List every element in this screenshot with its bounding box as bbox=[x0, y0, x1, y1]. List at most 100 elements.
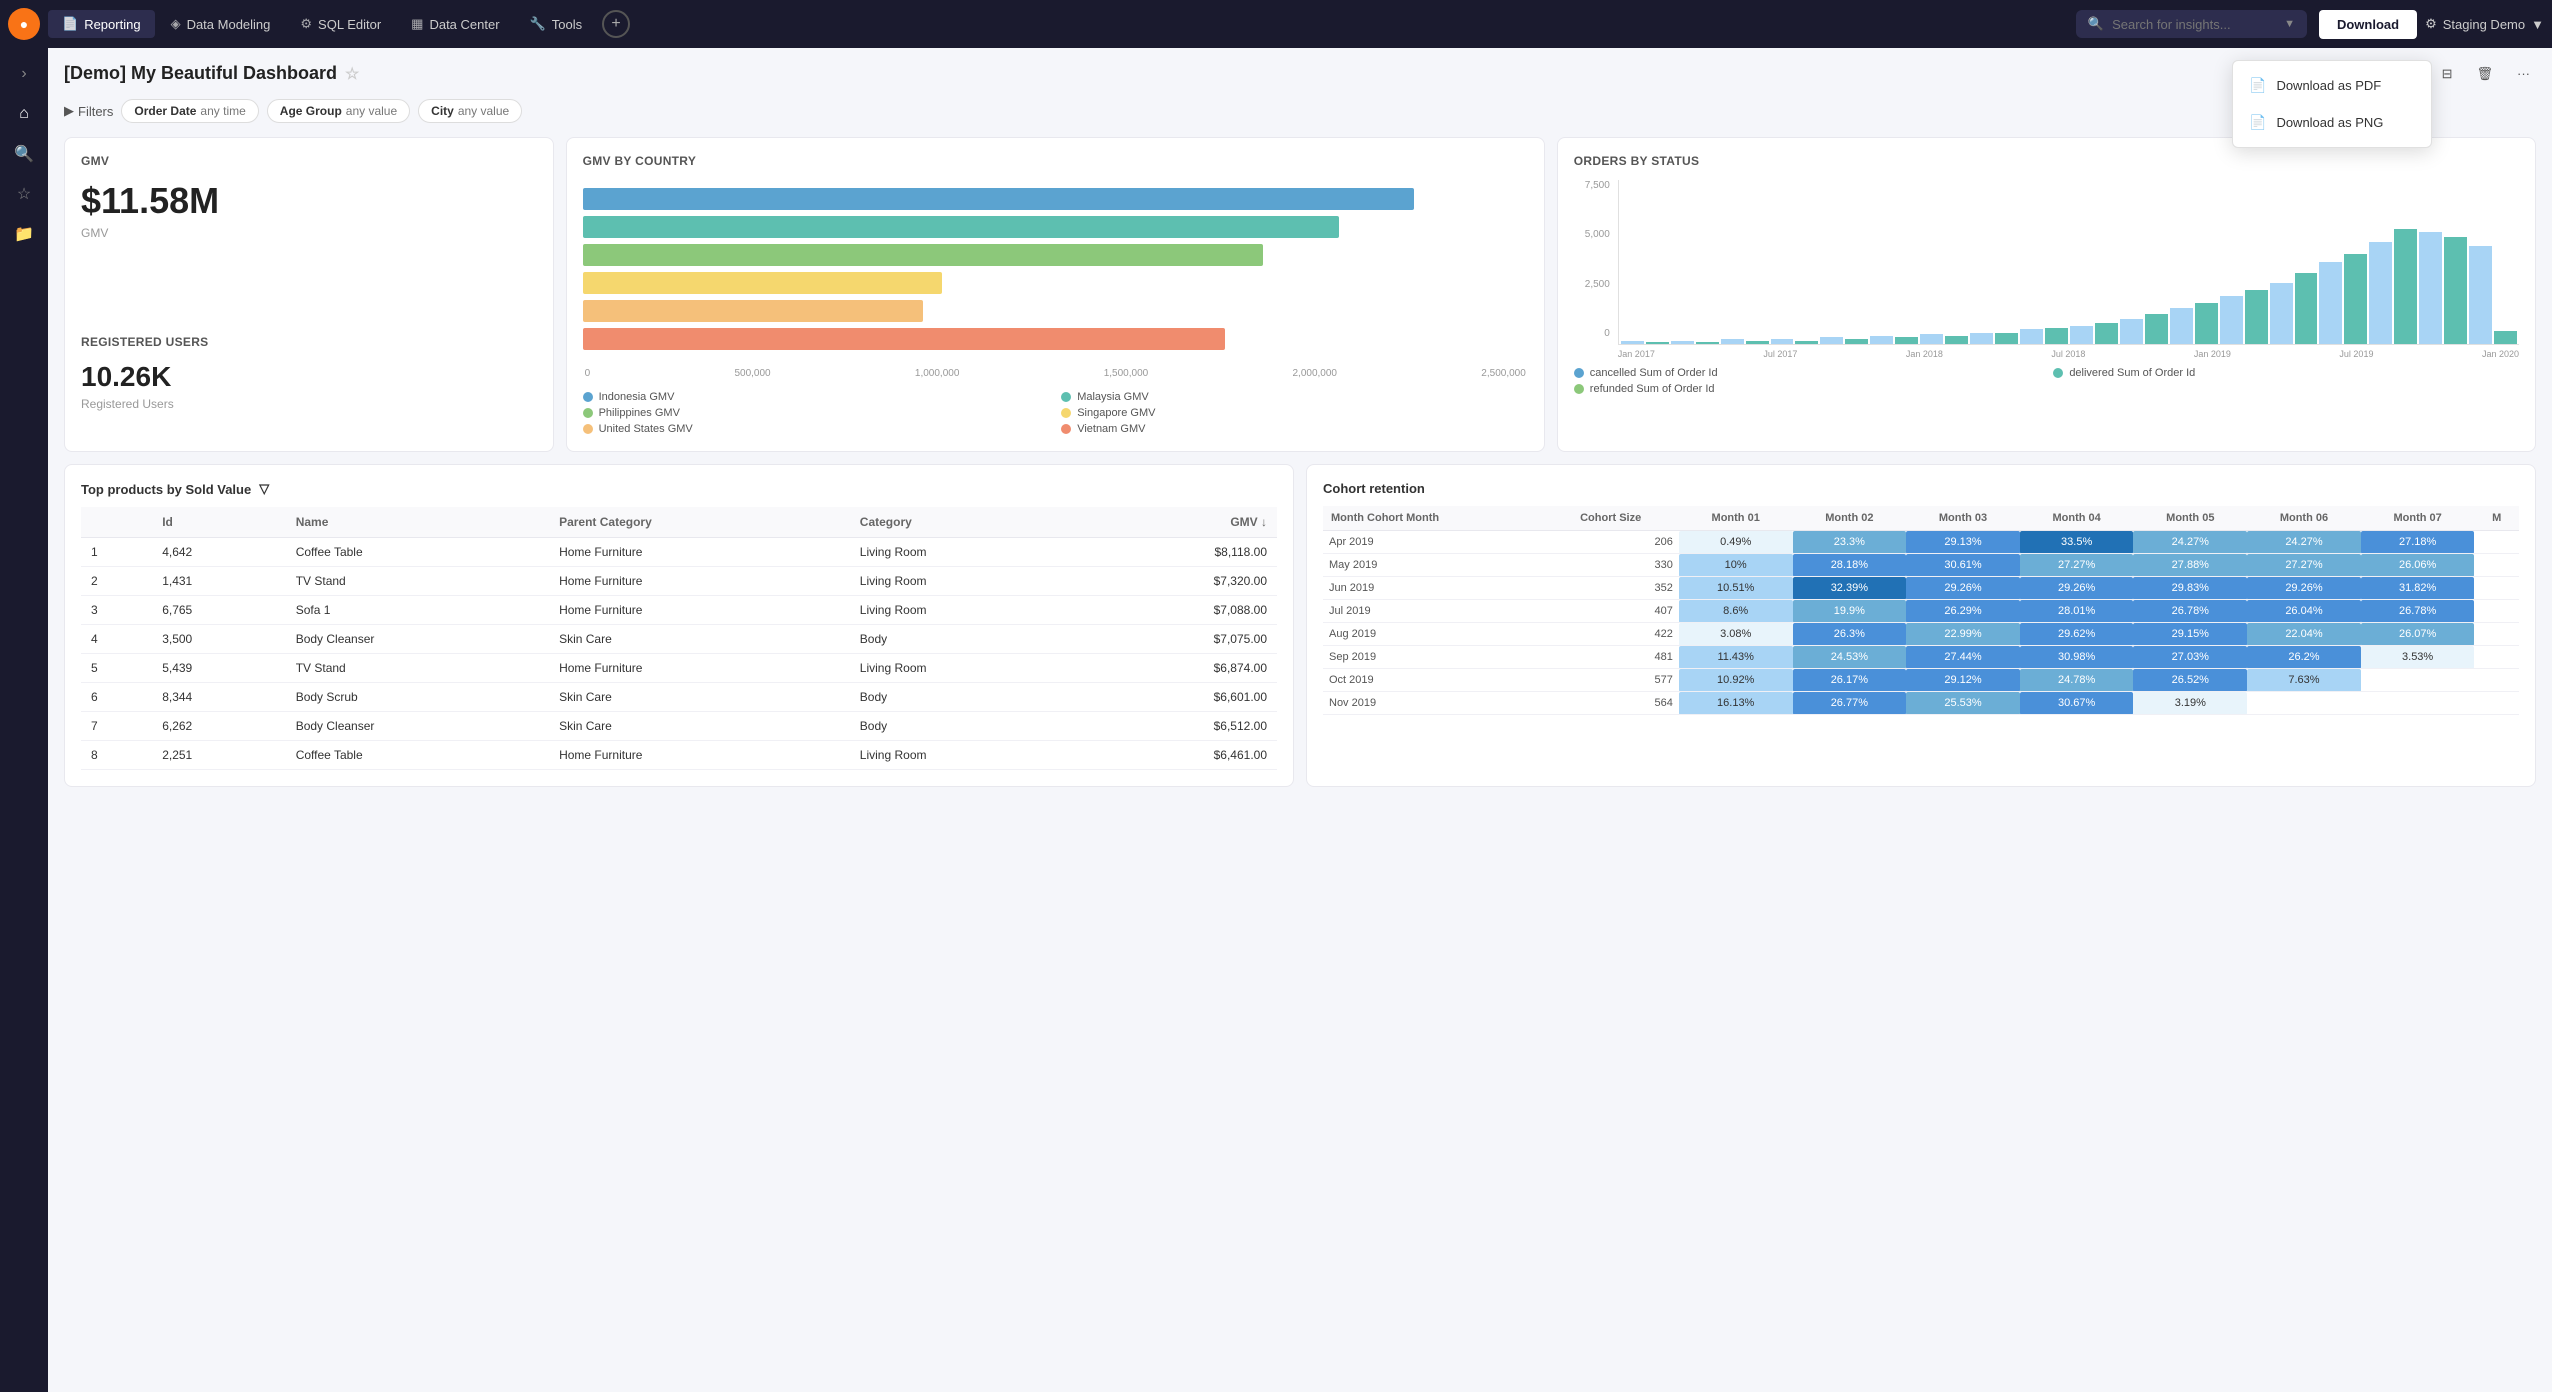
trash-button[interactable]: 🗑 bbox=[2470, 62, 2499, 86]
col-gmv[interactable]: GMV ↓ bbox=[1081, 507, 1277, 538]
trash-icon: 🗑 bbox=[2476, 66, 2493, 82]
table-row: 5 5,439 TV Stand Home Furniture Living R… bbox=[81, 654, 1277, 683]
nav-tab-data-modeling[interactable]: ◈ Data Modeling bbox=[157, 10, 285, 38]
col-month-02[interactable]: Month 02 bbox=[1793, 506, 1907, 531]
filter-chip-age-group[interactable]: Age Group any value bbox=[267, 99, 410, 123]
col-name[interactable]: Name bbox=[286, 507, 549, 538]
top-products-table: Id Name Parent Category Category GMV ↓ 1… bbox=[81, 507, 1277, 770]
cohort-row: Jun 201935210.51%32.39%29.26%29.26%29.83… bbox=[1323, 577, 2519, 600]
bar-21 bbox=[2145, 314, 2168, 344]
cohort-row: May 201933010%28.18%30.61%27.27%27.88%27… bbox=[1323, 554, 2519, 577]
more-button[interactable]: ··· bbox=[2511, 62, 2536, 85]
bar-16 bbox=[2020, 329, 2043, 344]
bar-17 bbox=[2045, 328, 2068, 344]
col-month-01[interactable]: Month 01 bbox=[1679, 506, 1793, 531]
legend-singapore: Singapore GMV bbox=[1061, 407, 1528, 419]
bar-10 bbox=[1870, 336, 1893, 344]
search-input[interactable] bbox=[2112, 17, 2272, 32]
orders-by-status-card: Orders by Status 7,5005,0002,5000 bbox=[1557, 137, 2536, 452]
png-icon: 📄 bbox=[2249, 114, 2266, 131]
top-navigation: ● 📄 Reporting ◈ Data Modeling ⚙ SQL Edit… bbox=[0, 0, 2552, 48]
nav-tab-reporting[interactable]: 📄 Reporting bbox=[48, 10, 155, 38]
col-parent-category[interactable]: Parent Category bbox=[549, 507, 850, 538]
filters-bar: ▶ Filters Order Date any time Age Group … bbox=[64, 99, 2536, 123]
bar-27 bbox=[2295, 273, 2318, 344]
bar-29 bbox=[2344, 254, 2367, 344]
col-more[interactable]: M bbox=[2474, 506, 2519, 531]
nav-tabs: 📄 Reporting ◈ Data Modeling ⚙ SQL Editor… bbox=[48, 10, 2064, 38]
bar-indonesia bbox=[583, 188, 1528, 210]
sidebar-item-home[interactable]: ⌂ bbox=[6, 96, 42, 132]
bar-1 bbox=[1646, 342, 1669, 344]
legend-refunded: refunded Sum of Order Id bbox=[1574, 383, 2042, 395]
orders-legend: cancelled Sum of Order Id delivered Sum … bbox=[1574, 367, 2519, 395]
col-month-03[interactable]: Month 03 bbox=[1906, 506, 2020, 531]
sidebar-item-folder[interactable]: 📁 bbox=[6, 216, 42, 252]
bar-jan2017 bbox=[1621, 341, 1644, 344]
orders-x-labels: Jan 2017Jul 2017Jan 2018Jul 2018Jan 2019… bbox=[1618, 349, 2519, 359]
cohort-row: Jul 20194078.6%19.9%26.29%28.01%26.78%26… bbox=[1323, 600, 2519, 623]
col-cohort-size[interactable]: Cohort Size bbox=[1543, 506, 1679, 531]
col-month-06[interactable]: Month 06 bbox=[2247, 506, 2361, 531]
bar-19 bbox=[2095, 323, 2118, 344]
search-icon: 🔍 bbox=[2088, 16, 2104, 32]
bar-4 bbox=[1721, 339, 1744, 344]
top-products-title: Top products by Sold Value ▽ bbox=[81, 481, 1277, 497]
nav-tab-data-center[interactable]: ▦ Data Center bbox=[397, 10, 513, 38]
bar-8 bbox=[1820, 337, 1843, 344]
table-row: 8 2,251 Coffee Table Home Furniture Livi… bbox=[81, 741, 1277, 770]
search-chevron-icon: ▼ bbox=[2284, 18, 2295, 30]
bar-20 bbox=[2120, 319, 2143, 344]
user-menu[interactable]: ⚙ Staging Demo ▼ bbox=[2425, 16, 2544, 32]
download-pdf-item[interactable]: 📄 Download as PDF bbox=[2233, 67, 2431, 104]
sql-icon: ⚙ bbox=[300, 16, 312, 32]
table-row: 1 4,642 Coffee Table Home Furniture Livi… bbox=[81, 538, 1277, 567]
legend-indonesia: Indonesia GMV bbox=[583, 391, 1050, 403]
col-month-05[interactable]: Month 05 bbox=[2133, 506, 2247, 531]
nav-tab-sql-editor[interactable]: ⚙ SQL Editor bbox=[286, 10, 395, 38]
cohort-row: Oct 201957710.92%26.17%29.12%24.78%26.52… bbox=[1323, 669, 2519, 692]
col-id[interactable]: Id bbox=[152, 507, 285, 538]
table-header-row: Id Name Parent Category Category GMV ↓ bbox=[81, 507, 1277, 538]
dashboard-title: [Demo] My Beautiful Dashboard ☆ bbox=[64, 63, 359, 84]
nav-tab-tools[interactable]: 🔧 Tools bbox=[516, 10, 597, 38]
bar-25 bbox=[2245, 290, 2268, 344]
col-month-07[interactable]: Month 07 bbox=[2361, 506, 2475, 531]
search-bar: 🔍 ▼ bbox=[2076, 10, 2307, 38]
sidebar-item-favorites[interactable]: ☆ bbox=[6, 176, 42, 212]
bar-32 bbox=[2419, 232, 2442, 344]
download-button[interactable]: Download bbox=[2319, 10, 2417, 39]
share-icon: ⊟ bbox=[2442, 66, 2453, 82]
sidebar-item-search[interactable]: 🔍 bbox=[6, 136, 42, 172]
more-icon: ··· bbox=[2517, 66, 2530, 81]
sidebar-expand-button[interactable]: › bbox=[6, 56, 42, 92]
table-filter-icon[interactable]: ▽ bbox=[259, 481, 269, 497]
bar-vietnam bbox=[583, 328, 1528, 350]
bar-6 bbox=[1771, 339, 1794, 344]
col-month-04[interactable]: Month 04 bbox=[2020, 506, 2134, 531]
filter-chip-city[interactable]: City any value bbox=[418, 99, 522, 123]
col-month-cohort[interactable]: Month Cohort Month bbox=[1323, 506, 1543, 531]
gmv-by-country-card: GMV by Country bbox=[566, 137, 1545, 452]
tools-icon: 🔧 bbox=[530, 16, 546, 32]
cohort-title: Cohort retention bbox=[1323, 481, 2519, 496]
filter-chip-order-date[interactable]: Order Date any time bbox=[121, 99, 258, 123]
table-row: 6 8,344 Body Scrub Skin Care Body $6,601… bbox=[81, 683, 1277, 712]
bar-15 bbox=[1995, 333, 2018, 344]
add-tab-button[interactable]: + bbox=[602, 10, 630, 38]
col-category[interactable]: Category bbox=[850, 507, 1081, 538]
bar-18 bbox=[2070, 326, 2093, 344]
favorite-star-icon[interactable]: ☆ bbox=[345, 64, 359, 84]
bar-9 bbox=[1845, 339, 1868, 344]
bar-3 bbox=[1696, 342, 1719, 344]
bar-11 bbox=[1895, 337, 1918, 344]
bar-23 bbox=[2195, 303, 2218, 344]
share-button[interactable]: ⊟ bbox=[2436, 62, 2459, 86]
filter-arrow-icon: ▶ bbox=[64, 103, 74, 119]
dashboard-header: [Demo] My Beautiful Dashboard ☆ 👍 5 💬 5 … bbox=[64, 60, 2536, 87]
main-content: [Demo] My Beautiful Dashboard ☆ 👍 5 💬 5 … bbox=[48, 48, 2552, 1392]
bar-30 bbox=[2369, 242, 2392, 344]
table-row: 3 6,765 Sofa 1 Home Furniture Living Roo… bbox=[81, 596, 1277, 625]
cohort-row: Nov 201956416.13%26.77%25.53%30.67%3.19% bbox=[1323, 692, 2519, 715]
download-png-item[interactable]: 📄 Download as PNG bbox=[2233, 104, 2431, 141]
